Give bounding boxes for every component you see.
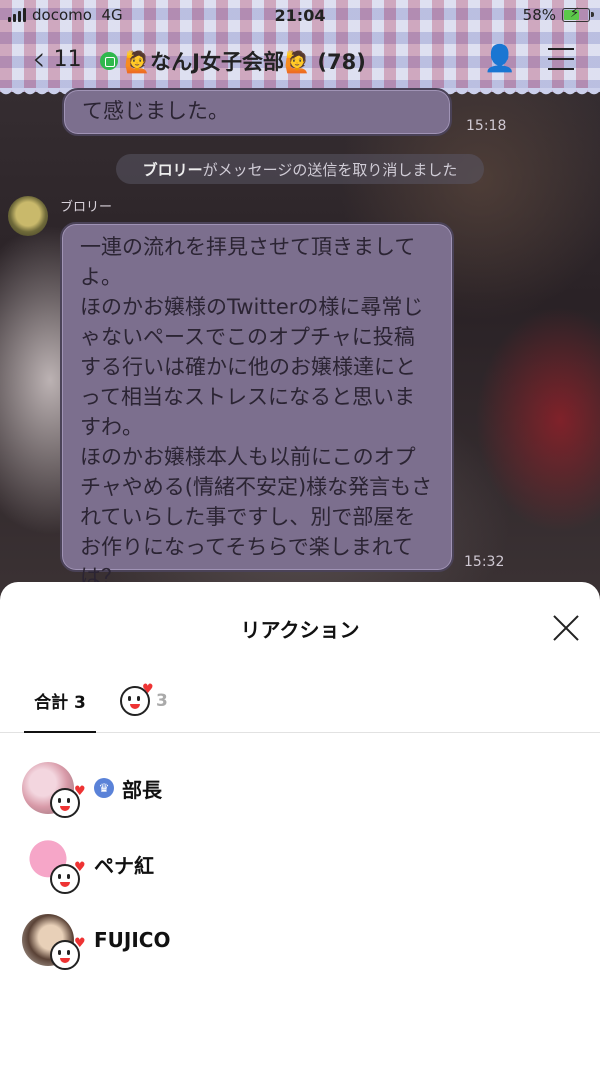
chevron-left-icon: ‹ — [32, 39, 46, 79]
reaction-tabs: 合計 3 ♥ 3 — [0, 670, 600, 733]
crown-icon: ♛ — [94, 778, 114, 798]
heart-icon: ♥ — [74, 936, 86, 951]
status-battery: 58% ⚡ — [523, 4, 594, 26]
tab-sticker-reaction[interactable]: ♥ 3 — [120, 670, 168, 731]
message-time: 15:18 — [466, 118, 507, 134]
list-item[interactable]: ♥ FUJICO — [22, 910, 582, 970]
message-bubble[interactable]: て感じました。 — [62, 88, 452, 136]
sender-name: ブロリー — [60, 200, 113, 215]
user-name: 部長 — [122, 777, 162, 802]
unread-count: 11 — [53, 46, 82, 72]
list-item[interactable]: ♥ ♛ 部長 — [22, 758, 582, 818]
heart-icon: ♥ — [74, 860, 86, 875]
reaction-sheet: リアクション 合計 3 ♥ 3 ♥ ♛ 部長 ♥ ペナ紅 ♥ FUJICO — [0, 582, 600, 1067]
room-title[interactable]: 🙋なんJ女子会部🙋 (78) — [100, 46, 366, 76]
avatar: ♥ — [22, 914, 86, 970]
list-item[interactable]: ♥ ペナ紅 — [22, 834, 582, 894]
message-bubble[interactable]: 一連の流れを拝見させて頂きましてよ。 ほのかお嬢様のTwitterの様に尋常じゃ… — [60, 222, 454, 589]
sheet-title: リアクション — [240, 618, 360, 642]
system-message: ブロリー がメッセージの送信を取り消しました — [116, 154, 484, 184]
openchat-icon — [100, 52, 118, 70]
avatar: ♥ — [22, 762, 86, 818]
add-friend-icon[interactable]: 👤 — [484, 44, 516, 74]
chat-header: docomo 4G 21:04 58% ⚡ ‹ 11 🙋なんJ女子会部🙋 (78… — [0, 0, 600, 98]
battery-icon: ⚡ — [562, 6, 594, 22]
avatar: ♥ — [22, 838, 86, 894]
message-time: 15:32 — [464, 554, 505, 570]
back-button[interactable]: ‹ 11 — [32, 39, 82, 79]
close-icon[interactable] — [552, 614, 580, 642]
menu-icon[interactable] — [548, 48, 574, 78]
user-name: ペナ紅 — [94, 853, 154, 878]
avatar[interactable] — [8, 196, 48, 236]
sticker-face-icon: ♥ — [120, 682, 154, 716]
status-time: 21:04 — [274, 5, 326, 25]
heart-icon: ♥ — [74, 784, 86, 799]
tab-total[interactable]: 合計 3 — [24, 670, 96, 733]
user-name: FUJICO — [94, 928, 171, 952]
